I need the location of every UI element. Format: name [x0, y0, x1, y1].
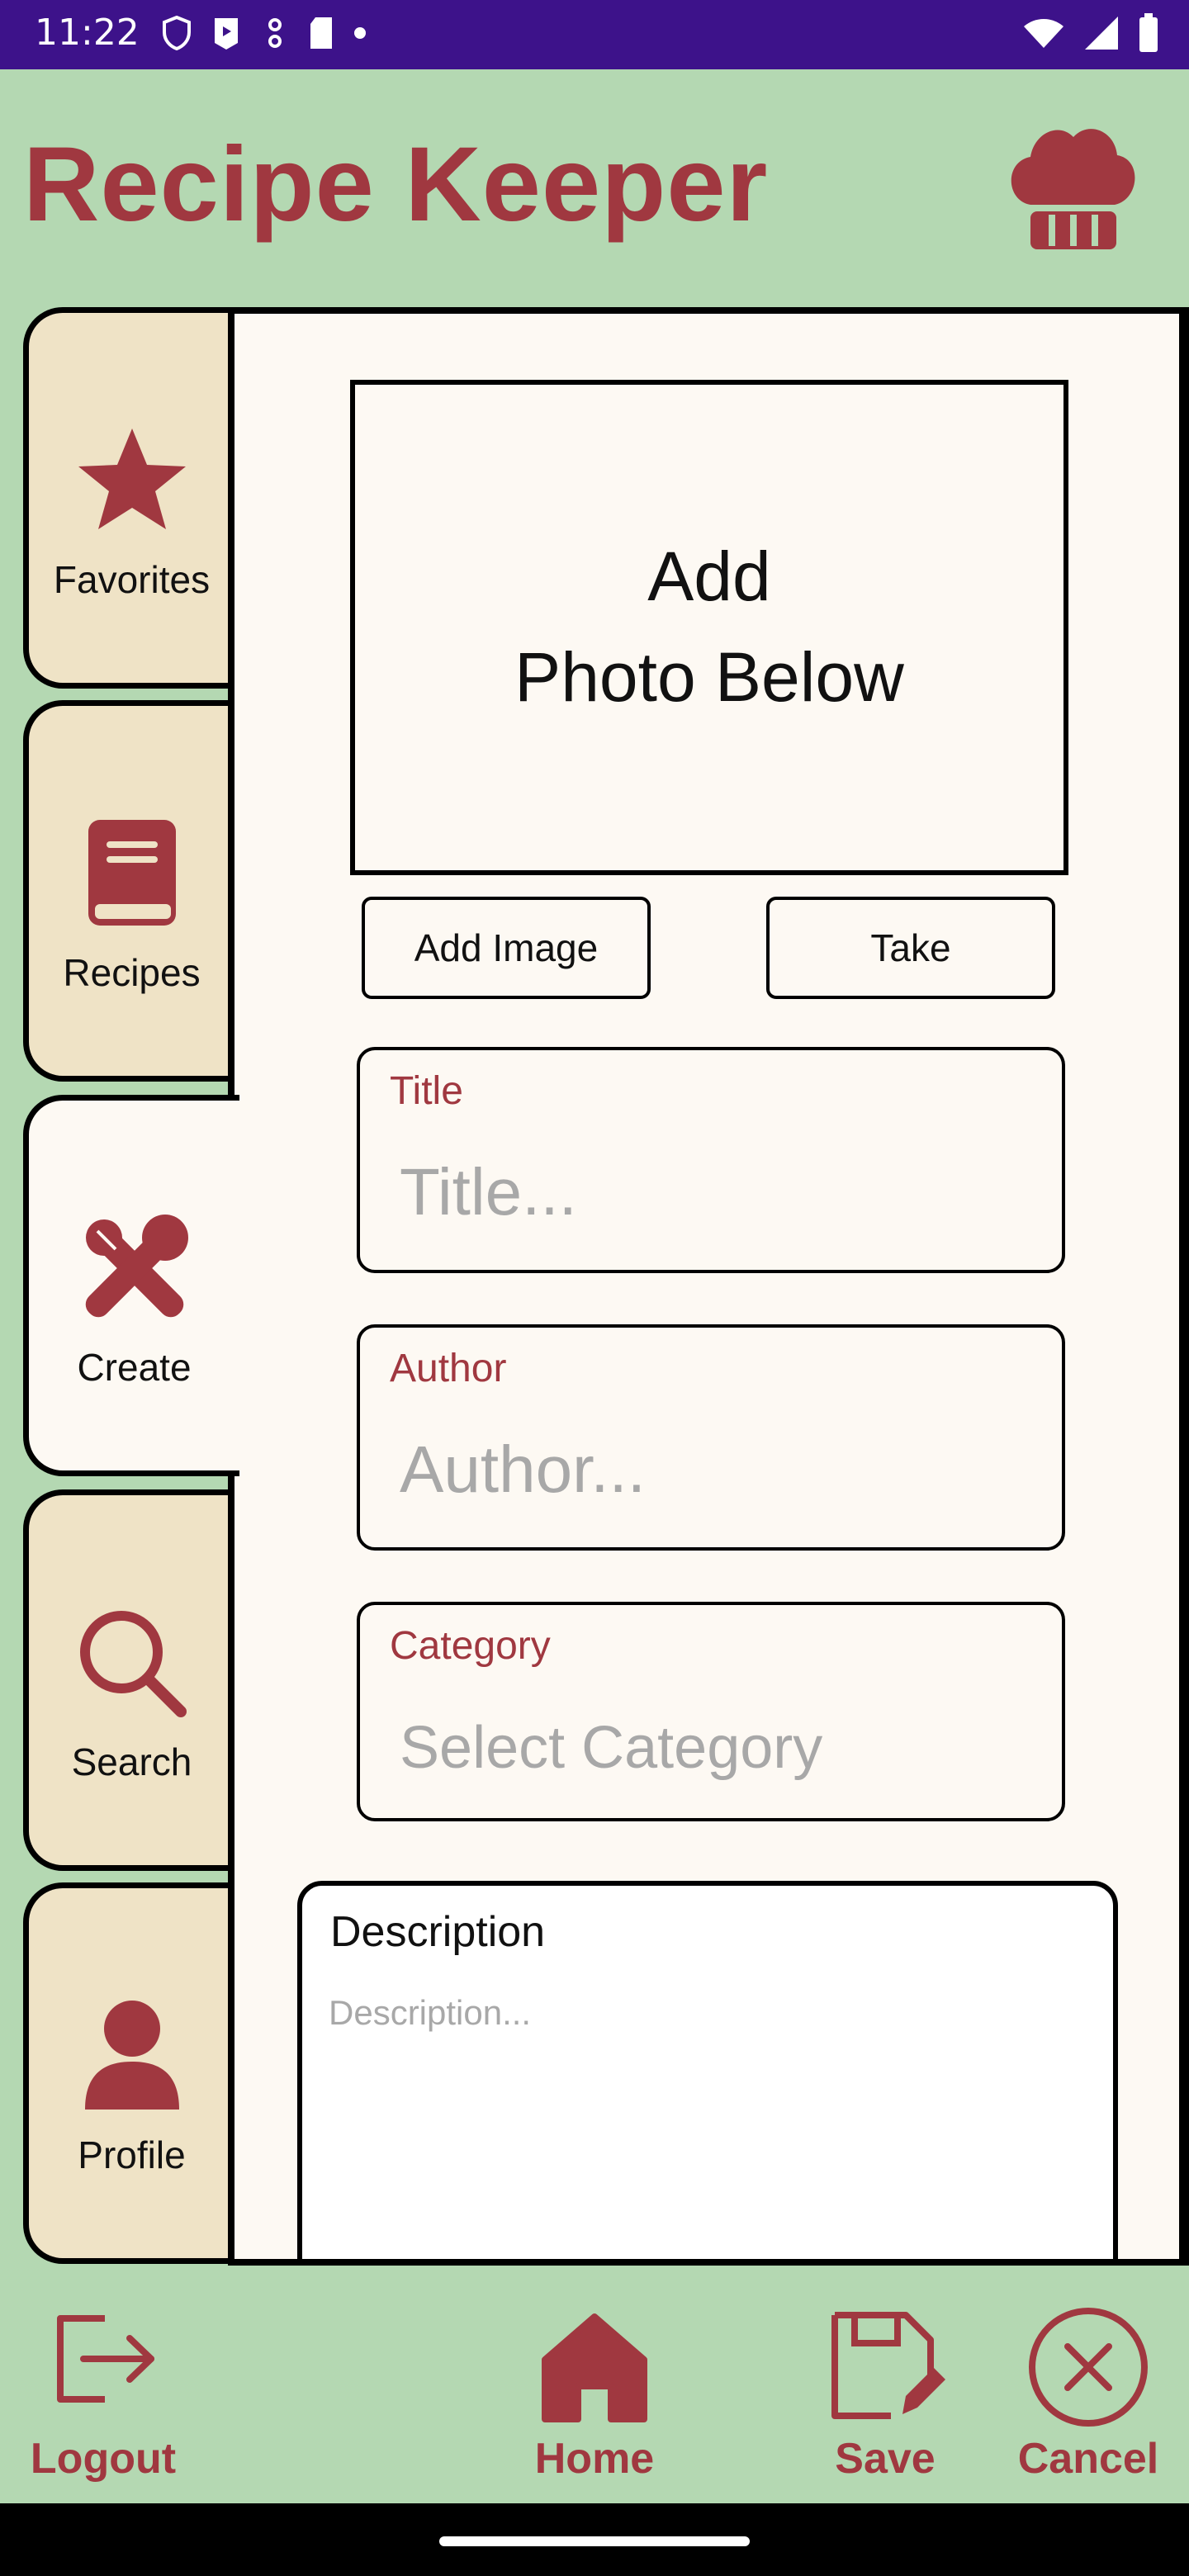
- tab-label: Favorites: [53, 558, 211, 601]
- description-field[interactable]: Description Description...: [297, 1881, 1118, 2259]
- cancel-button[interactable]: Cancel: [1007, 2272, 1169, 2503]
- author-input[interactable]: Author...: [400, 1432, 646, 1508]
- shield-icon: [163, 16, 191, 50]
- save-button[interactable]: Save: [803, 2272, 968, 2503]
- author-field-label: Author: [390, 1347, 507, 1390]
- tab-recipes[interactable]: Recipes: [23, 700, 234, 1082]
- person-icon: [84, 2001, 179, 2110]
- save-label: Save: [835, 2435, 936, 2483]
- tab-label: Create: [77, 1346, 192, 1389]
- save-icon: [831, 2312, 945, 2419]
- logout-button[interactable]: Logout: [17, 2272, 190, 2503]
- author-field[interactable]: Author Author...: [357, 1324, 1065, 1551]
- home-gesture-handle[interactable]: [439, 2536, 750, 2546]
- description-field-label: Description: [330, 1908, 546, 1956]
- app-title: Recipe Keeper: [23, 125, 769, 244]
- utensils-icon: [85, 1215, 188, 1318]
- star-icon: [78, 429, 186, 529]
- signal-icon: [1085, 17, 1118, 50]
- category-field-label: Category: [390, 1624, 551, 1668]
- description-input[interactable]: Description...: [329, 1993, 531, 2033]
- status-notification-icons: [162, 15, 367, 51]
- photo-placeholder: Add Photo Below: [350, 380, 1068, 875]
- title-field-label: Title: [390, 1069, 463, 1113]
- book-icon: [88, 820, 176, 926]
- data-saver-icon: [268, 18, 282, 48]
- panel-border: [1179, 307, 1189, 2266]
- title-field[interactable]: Title Title...: [357, 1047, 1065, 1273]
- dot-icon: [354, 27, 366, 39]
- photo-placeholder-line2: Photo Below: [514, 638, 904, 716]
- search-icon: [79, 1611, 187, 1717]
- chef-hat-icon[interactable]: [997, 114, 1146, 263]
- logout-label: Logout: [30, 2435, 177, 2483]
- tab-label: Profile: [78, 2133, 186, 2176]
- category-field[interactable]: Category Select Category: [357, 1602, 1065, 1821]
- wifi-icon: [1024, 19, 1063, 48]
- photo-placeholder-line1: Add: [647, 537, 771, 616]
- cancel-label: Cancel: [1017, 2435, 1159, 2483]
- tab-search[interactable]: Search: [23, 1489, 234, 1871]
- title-input[interactable]: Title...: [400, 1154, 577, 1230]
- tab-label: Recipes: [63, 951, 201, 994]
- home-button[interactable]: Home: [505, 2272, 684, 2503]
- add-image-button[interactable]: Add Image: [362, 897, 651, 999]
- home-icon: [542, 2313, 647, 2422]
- gesture-navigation-bar: [0, 2503, 1189, 2576]
- status-time: 11:22: [35, 12, 140, 54]
- tab-profile[interactable]: Profile: [23, 1882, 234, 2264]
- tab-favorites[interactable]: Favorites: [23, 307, 234, 689]
- status-system-icons: [1022, 13, 1159, 53]
- tab-create[interactable]: Create: [23, 1095, 239, 1476]
- logout-icon: [57, 2315, 154, 2403]
- home-label: Home: [534, 2435, 655, 2483]
- battery-icon: [1139, 13, 1158, 52]
- category-select[interactable]: Select Category: [400, 1714, 822, 1782]
- create-recipe-panel: Add Photo Below Add Image Take Title Tit…: [228, 307, 1189, 2266]
- tab-label: Search: [71, 1740, 192, 1783]
- play-store-icon: [215, 18, 238, 50]
- status-bar: 11:22: [0, 0, 1189, 69]
- sd-card-icon: [310, 17, 332, 49]
- bottom-nav: Logout Home Save Cancel: [0, 2272, 1189, 2503]
- cancel-icon: [1029, 2308, 1148, 2427]
- take-photo-button[interactable]: Take: [766, 897, 1055, 999]
